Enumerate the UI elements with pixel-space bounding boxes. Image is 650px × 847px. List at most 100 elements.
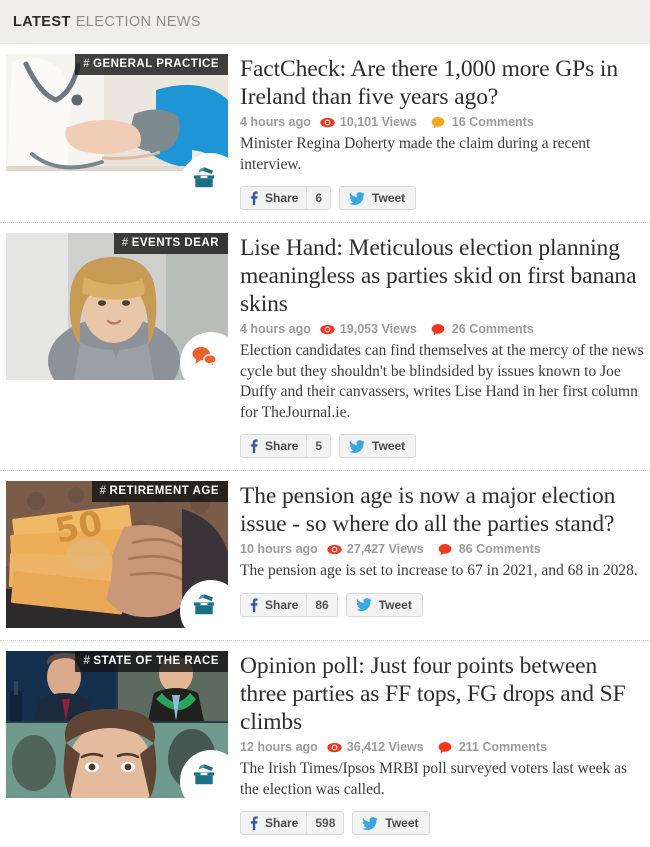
eye-icon bbox=[327, 544, 342, 555]
view-count-value: 10,101 bbox=[339, 115, 379, 129]
comment-count-label: Comments bbox=[482, 740, 547, 754]
comment-count-label: Comments bbox=[469, 115, 534, 129]
twitter-tweet-button[interactable]: Tweet bbox=[339, 186, 417, 210]
share-count: 5 bbox=[306, 435, 330, 457]
timestamp: 10 hours ago bbox=[240, 542, 318, 556]
tweet-label: Tweet bbox=[372, 191, 406, 205]
share-count: 86 bbox=[306, 593, 336, 616]
timestamp: 12 hours ago bbox=[240, 740, 318, 754]
timestamp: 4 hours ago bbox=[240, 115, 311, 129]
article-item[interactable]: # STATE OF THE RACE Opinion poll: Just fou… bbox=[0, 640, 650, 847]
article-headline-link[interactable]: The pension age is now a major election … bbox=[240, 482, 644, 538]
article-content: Lise Hand: Meticulous election planning … bbox=[240, 233, 644, 458]
section-header-strong: LATEST bbox=[13, 13, 71, 30]
comment-bubble-icon bbox=[438, 741, 452, 754]
twitter-bird-icon bbox=[353, 816, 385, 830]
comment-bubble-icon bbox=[431, 323, 445, 336]
comment-count[interactable]: 16 Comments bbox=[452, 115, 534, 129]
view-count: 10,101 Views bbox=[340, 115, 417, 129]
twitter-tweet-button[interactable]: Tweet bbox=[352, 811, 430, 835]
comment-count[interactable]: 86 Comments bbox=[459, 542, 541, 556]
article-content: The pension age is now a major election … bbox=[240, 481, 644, 628]
article-content: FactCheck: Are there 1,000 more GPs in I… bbox=[240, 54, 644, 210]
article-item[interactable]: # EVENTS DEAR Lise Hand: Meticulous electi… bbox=[0, 222, 650, 470]
comment-count[interactable]: 211 Comments bbox=[459, 740, 547, 754]
share-label: Share bbox=[265, 816, 299, 830]
category-tag[interactable]: # STATE OF THE RACE bbox=[75, 651, 228, 672]
comment-count-label: Comments bbox=[469, 322, 534, 336]
view-count-label: Views bbox=[381, 115, 417, 129]
article-item[interactable]: 50 # RETIREMENT AGE The pension age is now … bbox=[0, 470, 650, 640]
twitter-bird-icon bbox=[347, 598, 379, 611]
comment-count-value: 16 bbox=[451, 115, 466, 129]
hash-icon: # bbox=[83, 58, 90, 70]
facebook-share-button[interactable]: Share 6 bbox=[240, 186, 332, 210]
twitter-tweet-button[interactable]: Tweet bbox=[339, 434, 417, 458]
article-standfirst: Election candidates can find themselves … bbox=[240, 342, 644, 421]
social-buttons: Share 598 Tweet bbox=[240, 811, 644, 835]
article-meta: 10 hours ago 27,427 Views 86 Comments bbox=[240, 542, 644, 556]
article-thumbnail-link[interactable]: # GENERAL PRACTICE bbox=[6, 54, 228, 201]
facebook-share-button[interactable]: Share 598 bbox=[240, 811, 345, 835]
facebook-icon bbox=[241, 191, 265, 205]
article-meta: 4 hours ago 19,053 Views 26 Comments bbox=[240, 322, 644, 336]
share-label: Share bbox=[265, 191, 299, 205]
twitter-bird-icon bbox=[340, 439, 372, 453]
comment-bubble-icon bbox=[438, 543, 452, 556]
view-count-label: Views bbox=[381, 322, 417, 336]
hash-icon: # bbox=[83, 655, 91, 667]
share-label: Share bbox=[265, 439, 299, 453]
article-feed: # GENERAL PRACTICE FactCheck: Are there 1,… bbox=[0, 44, 650, 847]
tweet-label: Tweet bbox=[372, 439, 406, 453]
section-header-light: ELECTION NEWS bbox=[75, 13, 201, 30]
facebook-share-button[interactable]: Share 5 bbox=[240, 434, 332, 458]
article-headline-link[interactable]: Lise Hand: Meticulous election planning … bbox=[240, 234, 644, 318]
article-headline-link[interactable]: FactCheck: Are there 1,000 more GPs in I… bbox=[240, 55, 644, 111]
eye-icon bbox=[320, 324, 335, 335]
comment-count-value: 26 bbox=[451, 322, 466, 336]
comment-count-value: 86 bbox=[458, 542, 473, 556]
tweet-label: Tweet bbox=[385, 816, 419, 830]
article-standfirst: Minister Regina Doherty made the claim d… bbox=[240, 135, 591, 173]
article-meta: 12 hours ago 36,412 Views 211 Comments bbox=[240, 740, 644, 754]
category-tag[interactable]: # EVENTS DEAR bbox=[113, 233, 228, 254]
article-thumbnail-link[interactable]: 50 # RETIREMENT AGE bbox=[6, 481, 228, 628]
comment-count-label: Comments bbox=[476, 542, 541, 556]
category-tag[interactable]: # GENERAL PRACTICE bbox=[75, 54, 228, 75]
latest-election-news-page: LATEST ELECTION NEWS # GENERAL PRACTICE Fa… bbox=[0, 0, 650, 847]
category-tag-label: EVENTS DEAR bbox=[131, 237, 219, 249]
facebook-icon bbox=[241, 439, 265, 453]
twitter-tweet-button[interactable]: Tweet bbox=[345, 592, 423, 617]
comment-bubble-icon bbox=[431, 116, 445, 129]
tweet-label: Tweet bbox=[378, 597, 412, 612]
article-thumbnail-link[interactable]: # STATE OF THE RACE bbox=[6, 651, 228, 798]
eye-icon bbox=[327, 742, 342, 753]
article-headline-link[interactable]: Opinion poll: Just four points between t… bbox=[240, 652, 644, 736]
facebook-share-button[interactable]: Share 86 bbox=[240, 592, 338, 617]
article-item[interactable]: # GENERAL PRACTICE FactCheck: Are there 1,… bbox=[0, 44, 650, 222]
article-meta: 4 hours ago 10,101 Views 16 Comments bbox=[240, 115, 644, 129]
social-buttons: Share 86 Tweet bbox=[240, 592, 644, 617]
twitter-bird-icon bbox=[340, 191, 372, 205]
category-tag-label: RETIREMENT AGE bbox=[109, 485, 219, 497]
facebook-icon bbox=[241, 816, 265, 830]
share-count: 598 bbox=[306, 812, 343, 834]
article-thumbnail-link[interactable]: # EVENTS DEAR bbox=[6, 233, 228, 380]
view-count-value: 27,427 bbox=[346, 542, 386, 556]
hash-icon: # bbox=[121, 237, 129, 249]
view-count: 27,427 Views bbox=[347, 542, 424, 556]
hash-icon: # bbox=[99, 485, 107, 497]
article-standfirst: The pension age is set to increase to 67… bbox=[240, 562, 638, 579]
view-count-label: Views bbox=[388, 740, 424, 754]
comment-count-value: 211 bbox=[458, 740, 479, 754]
social-buttons: Share 5 Tweet bbox=[240, 434, 644, 458]
share-label: Share bbox=[265, 597, 299, 612]
social-buttons: Share 6 Tweet bbox=[240, 186, 644, 210]
comment-count[interactable]: 26 Comments bbox=[452, 322, 534, 336]
view-count: 36,412 Views bbox=[347, 740, 424, 754]
share-count: 6 bbox=[306, 187, 330, 209]
timestamp: 4 hours ago bbox=[240, 322, 311, 336]
article-standfirst: The Irish Times/Ipsos MRBI poll surveyed… bbox=[240, 760, 628, 798]
view-count-value: 36,412 bbox=[346, 740, 386, 754]
category-tag[interactable]: # RETIREMENT AGE bbox=[91, 481, 228, 502]
